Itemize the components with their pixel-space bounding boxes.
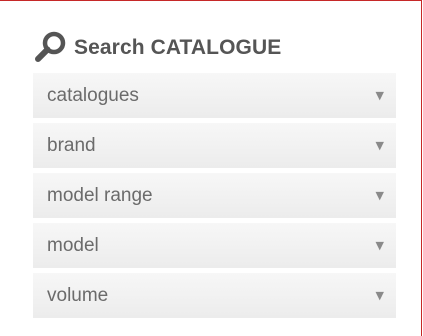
catalogue-search-panel: Search CATALOGUE catalogues ▼ brand ▼ mo… [0,0,422,336]
filter-label: volume [47,285,109,306]
filter-dropdown-catalogues[interactable]: catalogues ▼ [33,73,396,118]
filter-dropdown-volume[interactable]: volume ▼ [33,273,396,318]
panel-title: Search CATALOGUE [74,35,282,59]
filter-dropdown-brand[interactable]: brand ▼ [33,123,396,168]
filter-list: catalogues ▼ brand ▼ model range ▼ model… [33,73,396,323]
filter-dropdown-model[interactable]: model ▼ [33,223,396,268]
chevron-down-icon: ▼ [375,239,384,252]
search-icon [34,30,68,64]
chevron-down-icon: ▼ [375,289,384,302]
filter-dropdown-model-range[interactable]: model range ▼ [33,173,396,218]
chevron-down-icon: ▼ [375,189,384,202]
panel-header: Search CATALOGUE [34,29,281,65]
chevron-down-icon: ▼ [375,89,384,102]
filter-label: model range [47,185,153,206]
filter-label: model [47,235,99,256]
chevron-down-icon: ▼ [375,139,384,152]
filter-label: brand [47,135,96,156]
filter-label: catalogues [47,85,139,106]
